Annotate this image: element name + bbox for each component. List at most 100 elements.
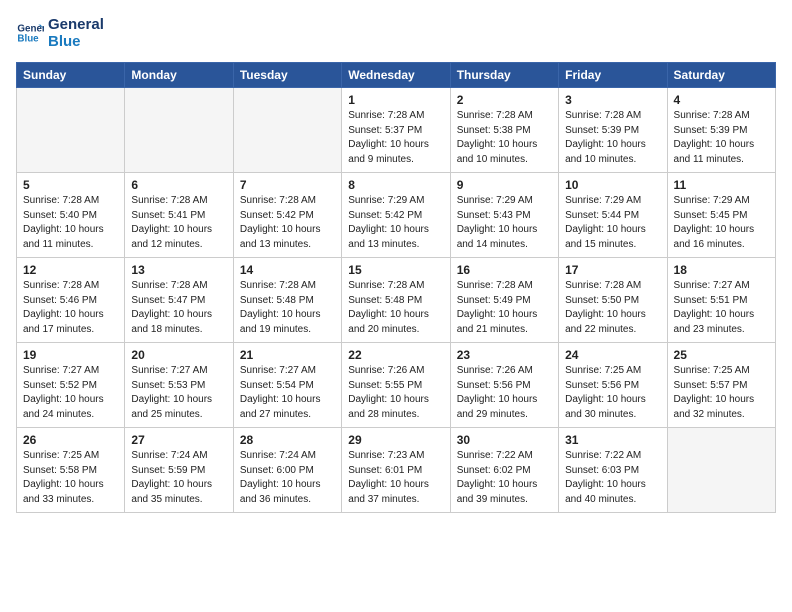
day-number: 15 [348,263,443,277]
calendar-cell: 16 Sunrise: 7:28 AM Sunset: 5:49 PM Dayli… [450,258,558,343]
day-number: 1 [348,93,443,107]
day-number: 13 [131,263,226,277]
day-info: Sunrise: 7:28 AM Sunset: 5:48 PM Dayligh… [240,279,335,337]
day-info: Sunrise: 7:26 AM Sunset: 5:56 PM Dayligh… [457,364,552,422]
day-info: Sunrise: 7:28 AM Sunset: 5:40 PM Dayligh… [23,194,118,252]
day-number: 17 [565,263,660,277]
calendar-cell: 24 Sunrise: 7:25 AM Sunset: 5:56 PM Dayli… [559,343,667,428]
day-header-friday: Friday [559,63,667,88]
day-number: 16 [457,263,552,277]
day-number: 21 [240,348,335,362]
calendar-cell: 27 Sunrise: 7:24 AM Sunset: 5:59 PM Dayli… [125,428,233,513]
day-number: 4 [674,93,769,107]
day-info: Sunrise: 7:28 AM Sunset: 5:42 PM Dayligh… [240,194,335,252]
day-info: Sunrise: 7:28 AM Sunset: 5:50 PM Dayligh… [565,279,660,337]
day-info: Sunrise: 7:28 AM Sunset: 5:49 PM Dayligh… [457,279,552,337]
day-info: Sunrise: 7:28 AM Sunset: 5:39 PM Dayligh… [565,109,660,167]
calendar-header-row: SundayMondayTuesdayWednesdayThursdayFrid… [17,63,776,88]
calendar-cell: 19 Sunrise: 7:27 AM Sunset: 5:52 PM Dayli… [17,343,125,428]
calendar-cell [125,88,233,173]
calendar-cell: 9Sunrise: 7:29 AM Sunset: 5:43 PM Daylig… [450,173,558,258]
day-number: 24 [565,348,660,362]
calendar-cell: 29 Sunrise: 7:23 AM Sunset: 6:01 PM Dayli… [342,428,450,513]
calendar-cell [233,88,341,173]
day-number: 5 [23,178,118,192]
day-info: Sunrise: 7:25 AM Sunset: 5:57 PM Dayligh… [674,364,769,422]
day-info: Sunrise: 7:22 AM Sunset: 6:03 PM Dayligh… [565,449,660,507]
calendar-cell: 15 Sunrise: 7:28 AM Sunset: 5:48 PM Dayli… [342,258,450,343]
day-number: 18 [674,263,769,277]
day-number: 28 [240,433,335,447]
day-number: 10 [565,178,660,192]
day-number: 2 [457,93,552,107]
calendar-cell [667,428,775,513]
calendar-week-2: 5 Sunrise: 7:28 AM Sunset: 5:40 PM Daylig… [17,173,776,258]
svg-text:Blue: Blue [17,33,39,44]
day-info: Sunrise: 7:25 AM Sunset: 5:56 PM Dayligh… [565,364,660,422]
calendar-cell: 18Sunrise: 7:27 AM Sunset: 5:51 PM Dayli… [667,258,775,343]
calendar-cell: 7 Sunrise: 7:28 AM Sunset: 5:42 PM Daylig… [233,173,341,258]
calendar-cell: 1 Sunrise: 7:28 AM Sunset: 5:37 PM Daylig… [342,88,450,173]
day-number: 7 [240,178,335,192]
day-info: Sunrise: 7:28 AM Sunset: 5:48 PM Dayligh… [348,279,443,337]
calendar: SundayMondayTuesdayWednesdayThursdayFrid… [16,62,776,513]
day-header-monday: Monday [125,63,233,88]
calendar-cell: 4 Sunrise: 7:28 AM Sunset: 5:39 PM Daylig… [667,88,775,173]
day-info: Sunrise: 7:24 AM Sunset: 6:00 PM Dayligh… [240,449,335,507]
day-info: Sunrise: 7:28 AM Sunset: 5:39 PM Dayligh… [674,109,769,167]
calendar-cell: 31Sunrise: 7:22 AM Sunset: 6:03 PM Dayli… [559,428,667,513]
calendar-cell: 2Sunrise: 7:28 AM Sunset: 5:38 PM Daylig… [450,88,558,173]
header: General Blue General Blue [16,16,776,50]
calendar-cell: 22 Sunrise: 7:26 AM Sunset: 5:55 PM Dayli… [342,343,450,428]
day-info: Sunrise: 7:28 AM Sunset: 5:47 PM Dayligh… [131,279,226,337]
day-info: Sunrise: 7:29 AM Sunset: 5:44 PM Dayligh… [565,194,660,252]
day-header-thursday: Thursday [450,63,558,88]
day-info: Sunrise: 7:29 AM Sunset: 5:45 PM Dayligh… [674,194,769,252]
day-info: Sunrise: 7:28 AM Sunset: 5:46 PM Dayligh… [23,279,118,337]
day-number: 14 [240,263,335,277]
day-header-saturday: Saturday [667,63,775,88]
day-info: Sunrise: 7:27 AM Sunset: 5:53 PM Dayligh… [131,364,226,422]
calendar-cell: 6 Sunrise: 7:28 AM Sunset: 5:41 PM Daylig… [125,173,233,258]
calendar-week-4: 19 Sunrise: 7:27 AM Sunset: 5:52 PM Dayli… [17,343,776,428]
logo-icon: General Blue [16,19,44,47]
day-header-sunday: Sunday [17,63,125,88]
day-header-tuesday: Tuesday [233,63,341,88]
calendar-cell: 14 Sunrise: 7:28 AM Sunset: 5:48 PM Dayli… [233,258,341,343]
calendar-cell: 25Sunrise: 7:25 AM Sunset: 5:57 PM Dayli… [667,343,775,428]
day-number: 29 [348,433,443,447]
day-info: Sunrise: 7:22 AM Sunset: 6:02 PM Dayligh… [457,449,552,507]
day-number: 19 [23,348,118,362]
day-info: Sunrise: 7:25 AM Sunset: 5:58 PM Dayligh… [23,449,118,507]
calendar-cell: 20 Sunrise: 7:27 AM Sunset: 5:53 PM Dayli… [125,343,233,428]
day-number: 3 [565,93,660,107]
logo: General Blue General Blue [16,16,104,50]
day-info: Sunrise: 7:24 AM Sunset: 5:59 PM Dayligh… [131,449,226,507]
day-info: Sunrise: 7:26 AM Sunset: 5:55 PM Dayligh… [348,364,443,422]
calendar-cell: 8Sunrise: 7:29 AM Sunset: 5:42 PM Daylig… [342,173,450,258]
calendar-cell: 5 Sunrise: 7:28 AM Sunset: 5:40 PM Daylig… [17,173,125,258]
day-number: 6 [131,178,226,192]
day-number: 23 [457,348,552,362]
day-info: Sunrise: 7:28 AM Sunset: 5:41 PM Dayligh… [131,194,226,252]
day-number: 9 [457,178,552,192]
day-info: Sunrise: 7:27 AM Sunset: 5:52 PM Dayligh… [23,364,118,422]
calendar-week-3: 12 Sunrise: 7:28 AM Sunset: 5:46 PM Dayli… [17,258,776,343]
day-number: 22 [348,348,443,362]
calendar-cell: 12 Sunrise: 7:28 AM Sunset: 5:46 PM Dayli… [17,258,125,343]
day-number: 11 [674,178,769,192]
calendar-cell: 26 Sunrise: 7:25 AM Sunset: 5:58 PM Dayli… [17,428,125,513]
day-number: 12 [23,263,118,277]
day-number: 8 [348,178,443,192]
day-number: 27 [131,433,226,447]
calendar-cell: 28 Sunrise: 7:24 AM Sunset: 6:00 PM Dayli… [233,428,341,513]
logo-blue: Blue [48,33,104,50]
day-number: 20 [131,348,226,362]
day-number: 26 [23,433,118,447]
day-number: 30 [457,433,552,447]
calendar-cell: 11 Sunrise: 7:29 AM Sunset: 5:45 PM Dayli… [667,173,775,258]
day-info: Sunrise: 7:28 AM Sunset: 5:37 PM Dayligh… [348,109,443,167]
calendar-cell: 21Sunrise: 7:27 AM Sunset: 5:54 PM Dayli… [233,343,341,428]
day-info: Sunrise: 7:23 AM Sunset: 6:01 PM Dayligh… [348,449,443,507]
calendar-cell [17,88,125,173]
